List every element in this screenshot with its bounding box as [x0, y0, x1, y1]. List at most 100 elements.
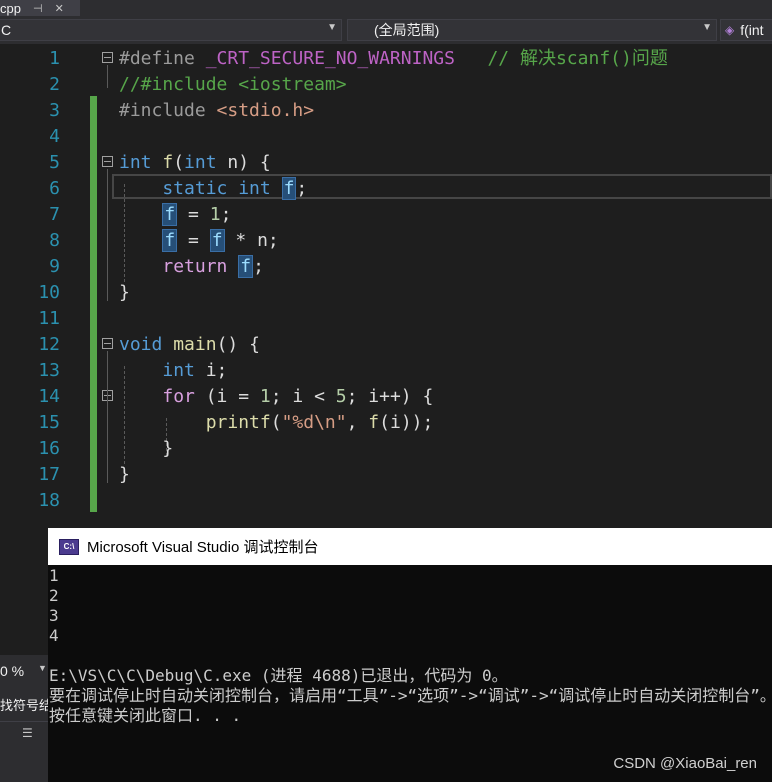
line-number: 1	[49, 48, 60, 69]
scope-dropdown-value: (全局范围)	[374, 22, 440, 38]
code-line[interactable]: }	[119, 436, 173, 462]
code-token: () {	[216, 334, 260, 355]
code-token: ,	[346, 412, 369, 433]
close-icon[interactable]: ✕	[55, 2, 64, 15]
chevron-down-icon: ▼	[327, 22, 337, 33]
code-token: }	[119, 464, 130, 485]
scope-dropdown[interactable]: (全局范围) ▼	[347, 19, 717, 41]
code-line[interactable]: f = 1;	[119, 202, 231, 228]
code-line[interactable]: #define _CRT_SECURE_NO_WARNINGS // 解决sca…	[119, 46, 668, 72]
code-token: i;	[194, 360, 228, 381]
chevron-down-icon: ▼	[38, 663, 47, 673]
line-number: 10	[38, 282, 60, 303]
code-token: ; i <	[270, 386, 336, 407]
code-token: 5	[335, 386, 347, 407]
highlighted-reference: f	[209, 229, 225, 252]
console-title-bar[interactable]: C:\ Microsoft Visual Studio 调试控制台	[48, 528, 772, 565]
code-token: _CRT_SECURE_NO_WARNINGS	[205, 48, 455, 69]
line-number: 6	[49, 178, 60, 199]
code-line[interactable]: #include <stdio.h>	[119, 98, 314, 124]
line-number: 5	[49, 152, 60, 173]
line-number: 8	[49, 230, 60, 251]
member-dropdown[interactable]: ◈ f(int	[720, 19, 772, 41]
code-token: for	[162, 386, 195, 407]
console-line: 要在调试停止时自动关闭控制台，请启用“工具”->“选项”->“调试”->“调试停…	[49, 686, 772, 705]
project-dropdown[interactable]: C ▼	[0, 19, 342, 41]
line-number: 2	[49, 74, 60, 95]
code-token: =	[177, 204, 210, 225]
code-token: int	[162, 360, 195, 381]
code-line[interactable]: }	[119, 280, 130, 306]
project-dropdown-value: C	[1, 22, 12, 38]
code-token: ;	[253, 256, 264, 277]
console-title: Microsoft Visual Studio 调试控制台	[87, 539, 319, 556]
code-token: (i =	[194, 386, 260, 407]
console-line: 1	[49, 566, 59, 585]
line-number: 4	[49, 126, 60, 147]
zoom-value: 0 %	[0, 663, 25, 679]
code-token: void	[119, 334, 163, 355]
highlighted-reference: f	[281, 177, 297, 200]
code-token: (	[270, 412, 282, 433]
code-token: * n;	[224, 230, 279, 251]
tab-label: cpp	[0, 0, 21, 16]
code-token: 1	[209, 204, 221, 225]
code-token: #include	[119, 100, 217, 121]
line-number: 3	[49, 100, 60, 121]
cube-icon: ◈	[725, 23, 735, 37]
line-number: 7	[49, 204, 60, 225]
code-line[interactable]: for (i = 1; i < 5; i++) {	[119, 384, 433, 410]
line-number: 15	[38, 412, 60, 433]
code-token: =	[177, 230, 210, 251]
code-token: int	[184, 152, 217, 173]
line-number: 17	[38, 464, 60, 485]
highlighted-reference: f	[162, 203, 178, 226]
navigation-bar: C ▼ (全局范围) ▼ ◈ f(int	[0, 16, 772, 45]
code-line[interactable]: }	[119, 462, 130, 488]
code-editor[interactable]: 1 2 3 4 5 6 7 8 9 10 11 12 13 14 15 16 17 18 #define _CRT…	[0, 44, 772, 528]
code-line[interactable]: f = f * n;	[119, 228, 279, 254]
code-line[interactable]: printf("%d\n", f(i));	[119, 410, 434, 436]
line-number: 18	[38, 490, 60, 511]
document-tab[interactable]: cpp ⊣ ✕	[0, 0, 80, 16]
code-token: ;	[220, 204, 232, 225]
fold-toggle-icon[interactable]	[102, 156, 113, 167]
code-line[interactable]: int f(int n) {	[119, 150, 271, 176]
code-token: 1	[259, 386, 271, 407]
ide-window: cpp ⊣ ✕ C ▼ (全局范围) ▼ ◈ f(int 1 2 3 4 5 6 7 8 9 10…	[0, 0, 772, 782]
debug-console-window[interactable]: C:\ Microsoft Visual Studio 调试控制台 1 2 3 4 E:…	[48, 528, 772, 782]
console-app-icon: C:\	[59, 538, 79, 555]
code-line[interactable]: static int f;	[119, 176, 307, 202]
console-output[interactable]: 1 2 3 4 E:\VS\C\C\Debug\C.exe (进程 4688)已退出，代…	[48, 566, 772, 782]
console-line: 4	[49, 626, 59, 645]
code-line[interactable]: return f;	[119, 254, 264, 280]
zoom-dropdown[interactable]: 0 % ▼	[0, 663, 48, 683]
member-dropdown-value: f(int	[740, 22, 764, 38]
code-token: }	[119, 282, 130, 303]
code-token: (	[173, 152, 185, 173]
code-line[interactable]: void main() {	[119, 332, 260, 358]
highlighted-reference: f	[162, 229, 178, 252]
code-line[interactable]: int i;	[119, 358, 227, 384]
change-indicator-bar	[90, 96, 97, 512]
list-icon[interactable]: ☰	[22, 726, 36, 740]
code-token: printf	[205, 412, 271, 433]
fold-guide	[107, 351, 108, 483]
code-token: f	[368, 412, 380, 433]
fold-guide	[107, 65, 108, 88]
code-token: f	[162, 152, 174, 173]
code-token: ;	[296, 178, 308, 199]
code-token: return	[162, 256, 228, 277]
fold-toggle-icon[interactable]	[102, 338, 113, 349]
pin-icon[interactable]: ⊣	[33, 2, 43, 15]
code-line[interactable]: //#include <iostream>	[119, 72, 347, 98]
fold-toggle-icon[interactable]	[102, 52, 113, 63]
console-line: 2	[49, 586, 59, 605]
